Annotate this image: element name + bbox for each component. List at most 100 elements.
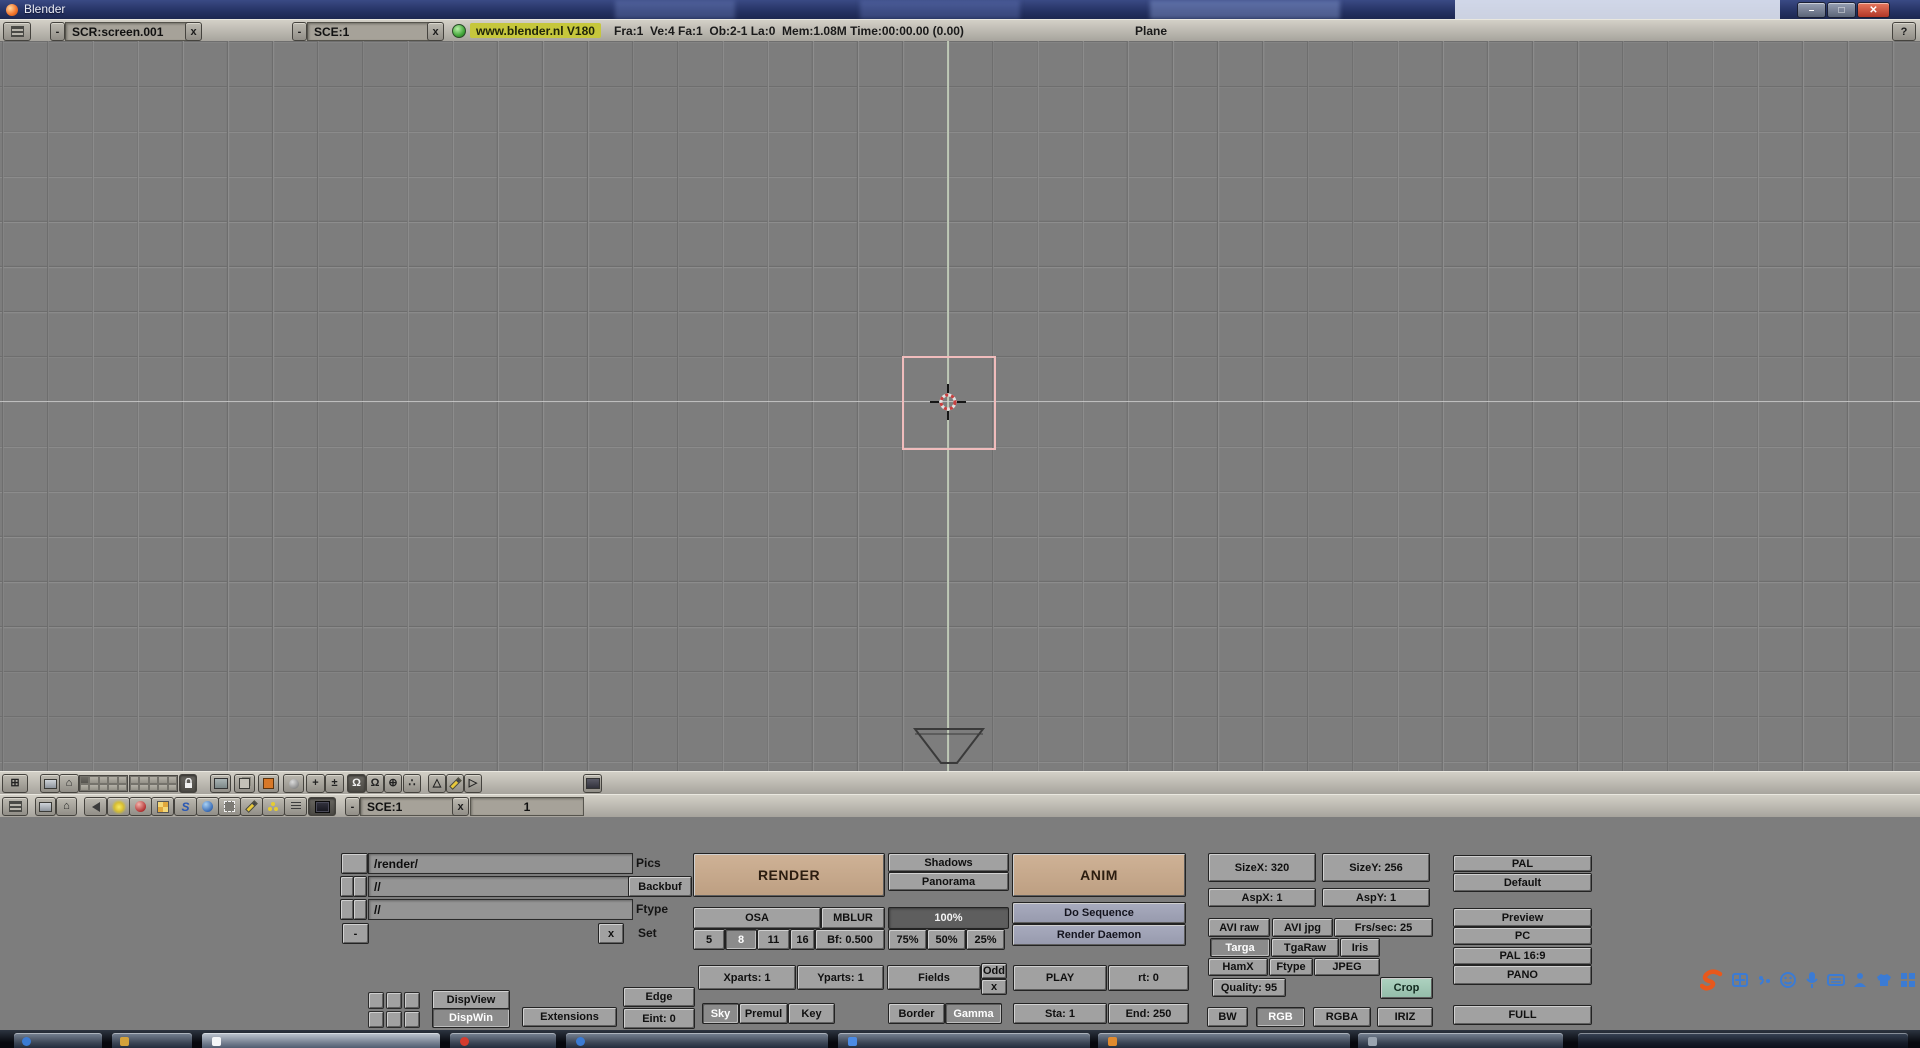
system-tray[interactable] xyxy=(1578,1033,1908,1048)
scale-icon[interactable]: ± xyxy=(325,774,344,793)
osa-16-button[interactable]: 16 xyxy=(790,929,815,950)
anim-button[interactable]: ANIM xyxy=(1012,853,1186,897)
close-button[interactable]: ✕ xyxy=(1857,2,1890,18)
scene-collapse-button[interactable]: - xyxy=(292,22,307,41)
taskbar-button[interactable] xyxy=(1358,1033,1563,1048)
minimize-button[interactable]: – xyxy=(1797,2,1826,18)
translate-icon[interactable]: + xyxy=(306,774,325,793)
render-daemon-toggle[interactable]: Render Daemon xyxy=(1012,924,1186,946)
window-type-menu-icon[interactable] xyxy=(2,797,28,816)
taskbar-button[interactable] xyxy=(1098,1033,1350,1048)
scene-delete-button[interactable]: x xyxy=(452,797,469,816)
local-view-icon[interactable] xyxy=(210,774,231,793)
view-buttons-icon[interactable] xyxy=(84,797,107,816)
avi-jpg-button[interactable]: AVI jpg xyxy=(1272,918,1333,937)
aspy-field[interactable]: AspY: 1 xyxy=(1322,888,1430,907)
odd-toggle[interactable]: Odd xyxy=(981,963,1007,979)
preview-preset-button[interactable]: Preview xyxy=(1453,908,1592,927)
default-preset-button[interactable]: Default xyxy=(1453,873,1592,892)
voice-input-icon[interactable] xyxy=(1802,970,1822,990)
layer-buttons-group-2[interactable] xyxy=(129,775,178,792)
sizey-field[interactable]: SizeY: 256 xyxy=(1322,853,1430,882)
gamma-toggle[interactable]: Gamma xyxy=(945,1003,1002,1024)
rotate-view-icon[interactable]: Ω xyxy=(347,774,366,793)
edit-buttons-icon[interactable] xyxy=(218,797,241,816)
draw-type-icon[interactable] xyxy=(234,774,255,793)
render-this-window-icon[interactable] xyxy=(583,774,602,793)
sizex-field[interactable]: SizeX: 320 xyxy=(1208,853,1316,882)
screen-name-field[interactable]: SCR:screen.001 xyxy=(65,22,197,41)
edge-toggle[interactable]: Edge xyxy=(623,987,695,1007)
border-toggle[interactable]: Border xyxy=(888,1003,945,1024)
backbuf-fileselect-button[interactable] xyxy=(340,876,354,897)
pan-icon[interactable]: ⊕ xyxy=(384,774,402,793)
pics-path-field[interactable]: /render/ xyxy=(368,853,633,874)
render-button[interactable]: RENDER xyxy=(693,853,885,897)
backbuf-toggle[interactable]: Backbuf xyxy=(628,876,692,897)
scene-name-field[interactable]: SCE:1 xyxy=(307,22,439,41)
pal169-preset-button[interactable]: PAL 16:9 xyxy=(1453,947,1592,965)
iriz-button[interactable]: IRIZ xyxy=(1377,1007,1433,1027)
world-buttons-icon[interactable] xyxy=(196,797,219,816)
play-button[interactable]: PLAY xyxy=(1013,965,1107,991)
ftype-path-field[interactable]: // xyxy=(368,899,633,920)
end-frame-field[interactable]: End: 250 xyxy=(1108,1003,1189,1024)
material-buttons-icon[interactable] xyxy=(129,797,152,816)
avi-raw-button[interactable]: AVI raw xyxy=(1208,918,1270,937)
viewport-3d[interactable] xyxy=(0,41,1920,771)
toolbox-icon[interactable] xyxy=(1898,970,1918,990)
pal-preset-button[interactable]: PAL xyxy=(1453,855,1592,872)
dispview-toggle[interactable]: DispView xyxy=(432,990,510,1010)
bw-button[interactable]: BW xyxy=(1207,1007,1248,1027)
size-50-button[interactable]: 50% xyxy=(927,929,966,950)
script-buttons-icon[interactable] xyxy=(284,797,307,816)
scene-buttons-icon[interactable] xyxy=(308,797,336,816)
rgb-button[interactable]: RGB xyxy=(1256,1007,1305,1027)
taskbar-button[interactable] xyxy=(838,1033,1090,1048)
scene-collapse-button[interactable]: - xyxy=(345,797,360,816)
pc-preset-button[interactable]: PC xyxy=(1453,927,1592,945)
taskbar-button[interactable] xyxy=(202,1033,440,1048)
texture-buttons-icon[interactable] xyxy=(151,797,174,816)
punctuation-icon[interactable] xyxy=(1754,970,1774,990)
screen-delete-button[interactable]: x xyxy=(185,22,202,41)
aspx-field[interactable]: AspX: 1 xyxy=(1208,888,1316,907)
taskbar-button[interactable] xyxy=(566,1033,828,1048)
scene-name-field[interactable]: SCE:1 xyxy=(360,797,464,816)
size-75-button[interactable]: 75% xyxy=(888,929,927,950)
animation-buttons-icon[interactable]: S xyxy=(174,797,197,816)
pano-preset-button[interactable]: PANO xyxy=(1453,965,1592,985)
panorama-toggle[interactable]: Panorama xyxy=(888,872,1009,891)
premul-toggle[interactable]: Premul xyxy=(739,1003,788,1024)
yparts-field[interactable]: Yparts: 1 xyxy=(797,965,884,990)
radiosity-buttons-icon[interactable] xyxy=(262,797,285,816)
osa-toggle[interactable]: OSA xyxy=(693,907,821,929)
soft-keyboard-icon[interactable] xyxy=(1826,970,1846,990)
home-icon[interactable]: ⌂ xyxy=(56,797,77,816)
backbuf-path-field[interactable]: // xyxy=(368,876,637,897)
key-toggle[interactable]: Key xyxy=(788,1003,835,1024)
backbuf-icon-button[interactable] xyxy=(353,876,367,897)
proportional-edit-icon[interactable]: △ xyxy=(428,774,446,793)
size-100-slider[interactable]: 100% xyxy=(888,907,1009,929)
ftype-format-button[interactable]: Ftype xyxy=(1269,958,1313,976)
rotate-icon[interactable]: Ω xyxy=(366,774,384,793)
layer-buttons-group-1[interactable] xyxy=(79,775,128,792)
full-window-icon[interactable] xyxy=(40,774,60,793)
maximize-button[interactable]: □ xyxy=(1827,2,1856,18)
home-icon[interactable]: ⌂ xyxy=(59,774,79,793)
tgaraw-button[interactable]: TgaRaw xyxy=(1271,938,1339,957)
sky-toggle[interactable]: Sky xyxy=(702,1003,739,1024)
mblur-toggle[interactable]: MBLUR xyxy=(821,907,885,929)
extensions-toggle[interactable]: Extensions xyxy=(522,1007,617,1027)
frs-sec-field[interactable]: Frs/sec: 25 xyxy=(1334,918,1433,937)
shading-icon[interactable] xyxy=(283,774,304,793)
pics-fileselect-button[interactable] xyxy=(341,853,368,874)
taskbar-button[interactable] xyxy=(14,1033,102,1048)
rt-field[interactable]: rt: 0 xyxy=(1108,965,1189,991)
set-clear-button[interactable]: x xyxy=(598,923,624,944)
input-assist-icon[interactable] xyxy=(1850,970,1870,990)
window-type-menu-icon[interactable]: ⊞ xyxy=(2,774,28,793)
paint-buttons-icon[interactable] xyxy=(240,797,263,816)
do-sequence-toggle[interactable]: Do Sequence xyxy=(1012,902,1186,924)
